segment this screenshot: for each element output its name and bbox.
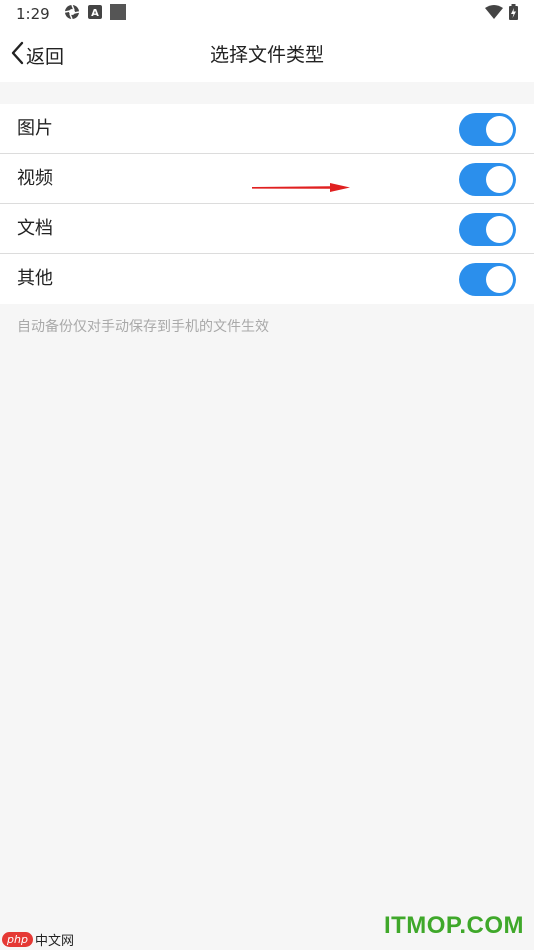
php-watermark: php 中文网 [2, 930, 74, 949]
list-item-label: 文档 [17, 218, 53, 239]
other-toggle[interactable] [459, 263, 516, 296]
aperture-icon [64, 4, 80, 24]
list-item-label: 图片 [17, 118, 53, 139]
list-item-other: 其他 [0, 254, 534, 304]
nav-bar: 选择文件类型 返回 [0, 28, 534, 82]
toggle-knob [486, 116, 513, 143]
toggle-knob [486, 216, 513, 243]
toggle-knob [486, 166, 513, 193]
wifi-icon [485, 5, 503, 23]
annotation-arrow-icon [250, 180, 352, 199]
php-site-name: 中文网 [34, 934, 74, 949]
status-time: 1:29 [16, 5, 50, 23]
status-bar: 1:29 A [0, 0, 534, 28]
toggle-knob [486, 266, 513, 293]
file-type-list: 图片 视频 文档 其他 [0, 104, 534, 304]
list-item-label: 其他 [17, 268, 53, 289]
list-item-label: 视频 [17, 168, 53, 189]
square-icon [109, 4, 126, 24]
back-label: 返回 [26, 45, 65, 68]
itmop-watermark: ITMOP.COM [383, 912, 524, 939]
images-toggle[interactable] [459, 113, 516, 146]
svg-text:A: A [91, 8, 99, 19]
php-badge: php [2, 932, 33, 947]
a-box-icon: A [87, 5, 102, 23]
list-item-images: 图片 [0, 104, 534, 154]
documents-toggle[interactable] [459, 213, 516, 246]
chevron-left-icon [10, 41, 24, 69]
back-button[interactable]: 返回 [10, 28, 64, 82]
videos-toggle[interactable] [459, 163, 516, 196]
page-title: 选择文件类型 [209, 44, 324, 66]
list-item-documents: 文档 [0, 204, 534, 254]
battery-charging-icon [509, 4, 518, 24]
backup-note: 自动备份仅对手动保存到手机的文件生效 [17, 319, 269, 335]
